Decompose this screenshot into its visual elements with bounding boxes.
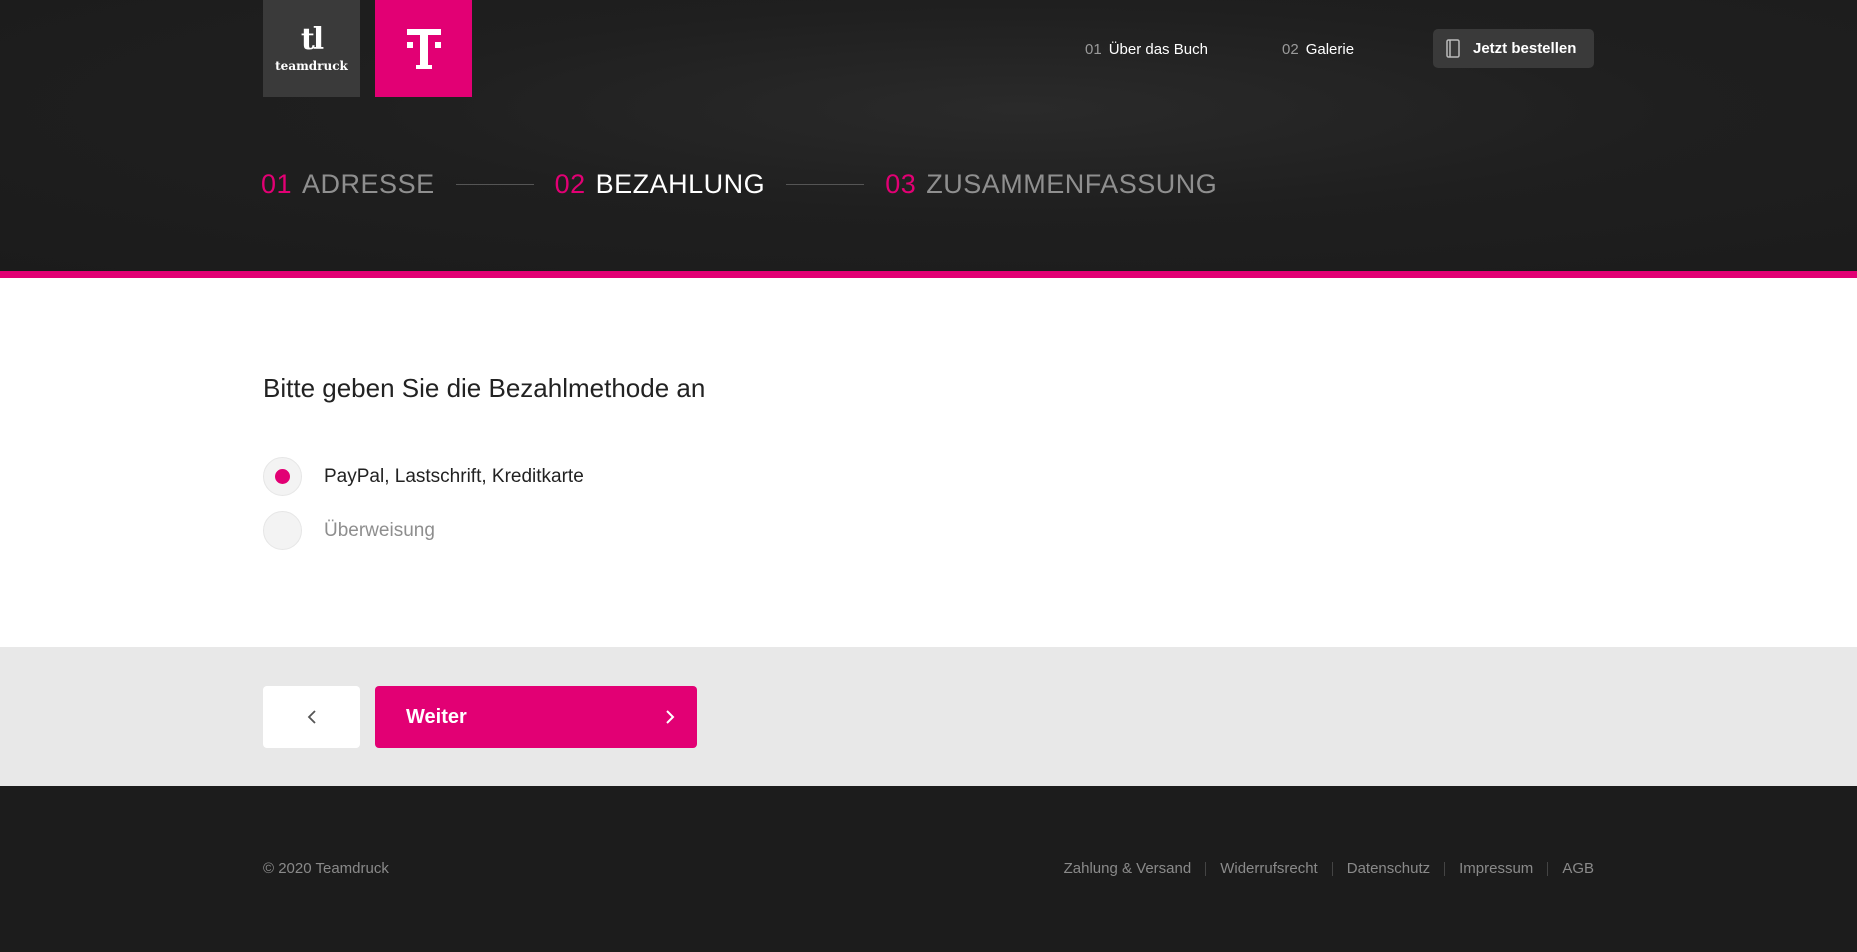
nav-label: Galerie (1305, 40, 1355, 58)
chevron-right-icon (666, 710, 675, 724)
footer-link-datenschutz[interactable]: Datenschutz (1347, 860, 1430, 877)
payment-option-label: Überweisung (324, 519, 435, 541)
footer-divider (1547, 861, 1549, 876)
payment-option-label: PayPal, Lastschrift, Kreditkarte (324, 465, 584, 487)
step-adresse[interactable]: 01 ADRESSE (261, 169, 435, 200)
payment-option-ueberweisung[interactable]: Überweisung (263, 511, 435, 550)
radio-button[interactable] (263, 511, 302, 550)
footer-link-impressum[interactable]: Impressum (1459, 860, 1533, 877)
footer-link-agb[interactable]: AGB (1562, 860, 1594, 877)
site-header: tl teamdruck 01 Über das Buch 02 Galerie… (0, 0, 1857, 272)
payment-form: Bitte geben Sie die Bezahlmethode an Pay… (0, 278, 1857, 647)
nav-link-galerie[interactable]: 02 Galerie (1282, 30, 1354, 68)
step-number: 01 (261, 168, 293, 199)
step-zusammenfassung: 03 ZUSAMMENFASSUNG (885, 169, 1217, 200)
checkout-steps: 01 ADRESSE 02 BEZAHLUNG 03 ZUSAMMENFASSU… (261, 166, 1217, 202)
nav-label: Über das Buch (1108, 40, 1208, 58)
order-button[interactable]: Jetzt bestellen (1433, 29, 1594, 68)
telekom-t-icon (406, 28, 441, 69)
chevron-left-icon (307, 710, 316, 724)
teamdruck-logo-mark: tl (300, 21, 324, 57)
nav-number: 01 (1085, 40, 1102, 58)
radio-dot (275, 469, 290, 484)
payment-question: Bitte geben Sie die Bezahlmethode an (263, 373, 706, 403)
step-number: 02 (554, 168, 586, 199)
back-button[interactable] (263, 686, 360, 748)
order-button-label: Jetzt bestellen (1473, 40, 1577, 57)
footer-divider (1444, 861, 1446, 876)
footer-link-widerrufsrecht[interactable]: Widerrufsrecht (1220, 860, 1318, 877)
accent-bar (0, 271, 1857, 278)
next-button[interactable]: Weiter (375, 686, 697, 748)
step-divider (786, 183, 865, 185)
footer-divider (1331, 861, 1333, 876)
teamdruck-logo-word: teamdruck (275, 58, 348, 73)
step-divider (455, 183, 534, 185)
next-button-label: Weiter (406, 705, 467, 728)
footer-links: Zahlung & Versand Widerrufsrecht Datensc… (1064, 860, 1594, 877)
footer-divider (1205, 861, 1207, 876)
payment-option-paypal[interactable]: PayPal, Lastschrift, Kreditkarte (263, 457, 584, 496)
copyright-text: © 2020 Teamdruck (263, 860, 389, 877)
step-label: ADRESSE (302, 168, 435, 199)
footer-link-zahlung-versand[interactable]: Zahlung & Versand (1064, 860, 1192, 877)
step-bezahlung: 02 BEZAHLUNG (555, 169, 766, 200)
telekom-logo[interactable] (375, 0, 472, 97)
book-icon (1446, 39, 1460, 58)
step-number: 03 (885, 168, 917, 199)
step-label: BEZAHLUNG (595, 168, 766, 199)
teamdruck-logo[interactable]: tl teamdruck (263, 0, 360, 97)
site-footer: © 2020 Teamdruck Zahlung & Versand Wider… (0, 786, 1857, 952)
radio-button-selected[interactable] (263, 457, 302, 496)
action-bar: Weiter (0, 647, 1857, 786)
step-label: ZUSAMMENFASSUNG (926, 168, 1218, 199)
nav-link-ueber-das-buch[interactable]: 01 Über das Buch (1085, 30, 1208, 68)
nav-number: 02 (1282, 40, 1299, 58)
